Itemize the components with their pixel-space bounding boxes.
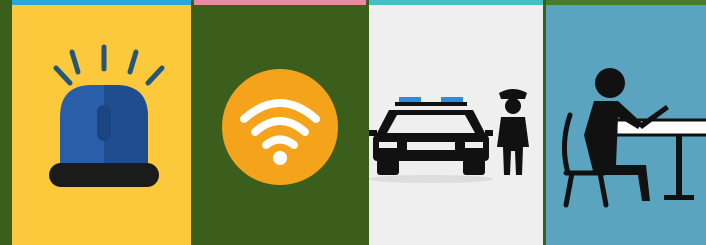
siren-light-icon (49, 44, 165, 187)
tile-police (369, 0, 543, 245)
wifi-icon (222, 69, 338, 185)
siren-highlight (97, 105, 111, 141)
siren-right (441, 97, 463, 102)
desk (614, 118, 706, 200)
left-edge-bar (0, 0, 12, 245)
wifi-circle (222, 69, 338, 185)
siren-base (49, 163, 159, 187)
siren-rays (53, 44, 165, 86)
police-car-officer-icon (369, 89, 529, 183)
tile-wifi (194, 0, 366, 245)
police-car (369, 97, 493, 175)
icon-tile-strip (0, 0, 706, 245)
tile-writer (546, 0, 706, 245)
police-officer (497, 89, 529, 175)
tile-siren (12, 0, 191, 245)
wifi-dot (273, 151, 287, 165)
person-writing-at-desk-icon (562, 68, 706, 208)
car-shadow (369, 175, 493, 183)
siren-left (399, 97, 421, 102)
